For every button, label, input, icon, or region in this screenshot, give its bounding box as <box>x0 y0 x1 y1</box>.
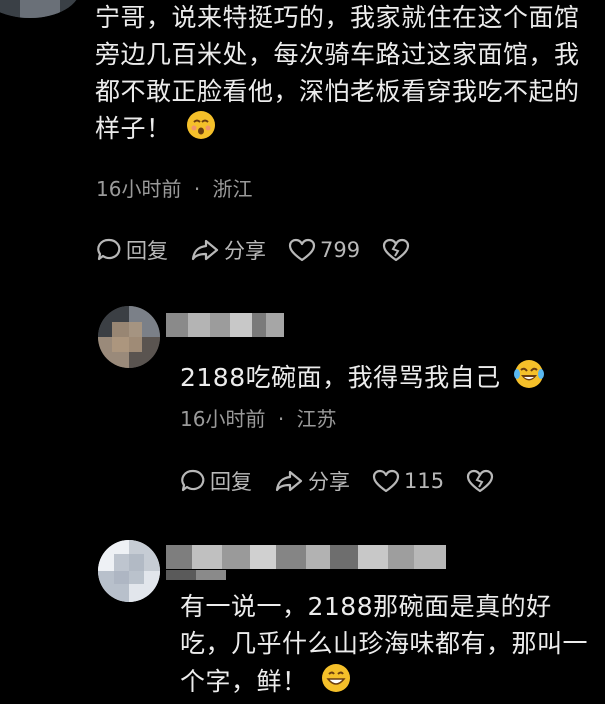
like-count: 799 <box>320 238 361 262</box>
share-button[interactable]: 分享 <box>190 235 266 265</box>
comment-time: 16小时前 <box>96 177 182 201</box>
thinking-face-emoji <box>186 110 216 150</box>
share-icon <box>190 237 220 263</box>
comment-text: 宁哥，说来特挺巧的，我家就住在这个面馆 旁边几百米处，每次骑车路过这家面馆，我 … <box>95 0 580 150</box>
comment-actions: 回复 分享 115 <box>180 466 516 496</box>
broken-heart-icon <box>382 237 410 263</box>
like-count: 115 <box>404 469 445 493</box>
reply-label: 回复 <box>210 470 252 494</box>
comment-meta: 16小时前 · 浙江 <box>96 176 253 202</box>
meta-separator: · <box>277 407 285 431</box>
laughing-tears-emoji <box>513 358 545 400</box>
comment-text: 2188吃碗面，我得骂我自己 <box>180 358 545 400</box>
comment-time: 16小时前 <box>180 407 266 431</box>
reply-button[interactable]: 回复 <box>180 466 252 496</box>
like-button[interactable]: 799 <box>288 237 360 263</box>
like-button[interactable]: 115 <box>372 468 444 494</box>
username-blurred[interactable] <box>166 545 446 569</box>
comment-actions: 回复 分享 799 <box>96 235 432 265</box>
dislike-button[interactable] <box>382 237 410 263</box>
comment-location: 江苏 <box>296 407 337 431</box>
comment-location: 浙江 <box>212 177 253 201</box>
share-label: 分享 <box>224 239 266 263</box>
reply-icon <box>96 237 122 263</box>
reply-icon <box>180 468 206 494</box>
share-icon <box>274 468 304 494</box>
comment-meta: 16小时前 · 江苏 <box>180 406 337 432</box>
heart-icon <box>288 237 316 263</box>
meta-separator: · <box>193 177 201 201</box>
username-blurred-secondary <box>166 570 226 580</box>
comment-text: 有一说一，2188那碗面是真的好 吃，几乎什么山珍海味都有，那叫一 个字，鲜！ <box>180 588 588 704</box>
share-label: 分享 <box>308 470 350 494</box>
avatar[interactable] <box>98 306 160 368</box>
reply-button[interactable]: 回复 <box>96 235 168 265</box>
share-button[interactable]: 分享 <box>274 466 350 496</box>
dislike-button[interactable] <box>466 468 494 494</box>
grinning-face-emoji <box>320 662 352 704</box>
broken-heart-icon <box>466 468 494 494</box>
reply-label: 回复 <box>126 239 168 263</box>
heart-icon <box>372 468 400 494</box>
username-blurred[interactable] <box>166 313 284 337</box>
avatar[interactable] <box>0 0 80 18</box>
avatar[interactable] <box>98 540 160 602</box>
